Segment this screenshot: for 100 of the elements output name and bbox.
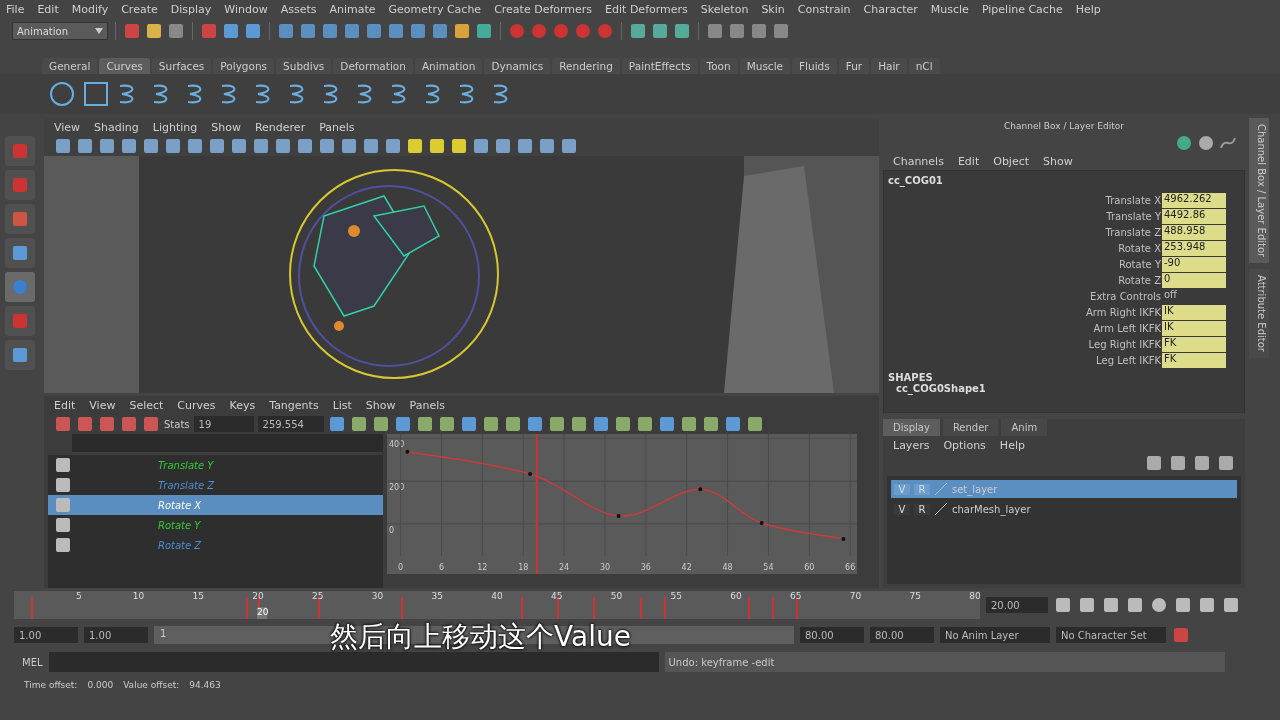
tangent-icon[interactable] <box>591 415 610 433</box>
viewport-icon[interactable] <box>186 137 204 155</box>
shelf-tab[interactable]: Fluids <box>792 58 837 74</box>
menu-item[interactable]: Animate <box>329 2 376 16</box>
menu-item[interactable]: Modify <box>71 2 109 16</box>
side-tab[interactable]: Attribute Editor <box>1249 269 1269 359</box>
shelf-tab[interactable]: nCl <box>908 58 940 74</box>
playback-icon[interactable] <box>1174 596 1192 614</box>
layer-tab[interactable]: Display <box>883 419 940 436</box>
toolbar-icon[interactable] <box>673 22 691 40</box>
attribute-field[interactable]: FK <box>1162 336 1226 352</box>
attribute-field[interactable]: 4962.262 <box>1162 192 1226 208</box>
playback-icon[interactable] <box>1102 596 1120 614</box>
menu-item[interactable]: Assets <box>280 2 317 16</box>
viewport-icon[interactable] <box>362 137 380 155</box>
current-frame-marker[interactable]: 20 <box>257 607 267 619</box>
tangent-icon[interactable] <box>503 415 522 433</box>
key-icon[interactable] <box>1172 626 1190 644</box>
key-point[interactable] <box>528 472 533 476</box>
layer-row[interactable]: V R charMesh_layer <box>891 500 1237 518</box>
menu-item[interactable]: Tangents <box>269 398 319 412</box>
tangent-icon[interactable] <box>745 415 764 433</box>
snap-icon[interactable] <box>365 22 383 40</box>
render-icon[interactable] <box>750 22 768 40</box>
shelf-tab[interactable]: Deformation <box>333 58 413 74</box>
tangent-icon[interactable] <box>613 415 632 433</box>
tangent-icon[interactable] <box>569 415 588 433</box>
menu-item[interactable]: Keys <box>229 398 256 412</box>
toolbar-icon[interactable] <box>222 22 240 40</box>
viewport-icon[interactable] <box>76 137 94 155</box>
viewport-icon[interactable] <box>340 137 358 155</box>
viewport-icon[interactable] <box>538 137 556 155</box>
viewport-icon[interactable] <box>230 137 248 155</box>
shelf-tab[interactable]: Fur <box>838 58 870 74</box>
mode-dropdown[interactable]: Animation <box>12 22 108 40</box>
tangent-icon[interactable] <box>679 415 698 433</box>
tangent-icon[interactable] <box>657 415 676 433</box>
graph-tool-icon[interactable] <box>120 415 138 433</box>
shelf-tab[interactable]: Muscle <box>739 58 790 74</box>
menu-item[interactable]: Constrain <box>797 2 851 16</box>
menu-item[interactable]: List <box>332 398 352 412</box>
character-set-dropdown[interactable]: No Character Set <box>1056 627 1166 643</box>
tangent-icon[interactable] <box>525 415 544 433</box>
menu-item[interactable]: Show <box>365 398 396 412</box>
menu-item[interactable]: Create <box>121 2 158 16</box>
render-toggle[interactable]: R <box>914 503 930 515</box>
command-input[interactable] <box>48 652 659 672</box>
square-icon[interactable] <box>82 80 110 108</box>
shelf-tab[interactable]: General <box>42 58 98 74</box>
menu-item[interactable]: Edit <box>957 154 980 168</box>
time-slider[interactable]: 5 10 15 20 25 30 35 40 45 50 55 60 65 70 75 80 20 <box>14 591 980 619</box>
menu-item[interactable]: Panels <box>409 398 445 412</box>
menu-item[interactable]: File <box>6 2 25 16</box>
visibility-toggle[interactable]: V <box>894 503 910 515</box>
attribute-field[interactable]: -90 <box>1162 256 1226 272</box>
viewport-icon[interactable] <box>406 137 424 155</box>
menu-item[interactable]: Edit <box>54 398 76 412</box>
stats-value-field[interactable]: 259.554 <box>257 416 324 432</box>
snap-icon[interactable] <box>343 22 361 40</box>
attribute-field[interactable]: 4492.86 <box>1162 208 1226 224</box>
toolbar-icon[interactable] <box>123 22 141 40</box>
graph-tool-icon[interactable] <box>54 415 72 433</box>
tool-button[interactable] <box>5 238 35 268</box>
tangent-icon[interactable] <box>349 415 368 433</box>
shelf-tab[interactable]: Subdivs <box>276 58 332 74</box>
tangent-icon[interactable] <box>437 415 456 433</box>
menu-item[interactable]: Display <box>170 2 212 16</box>
end-time-field[interactable]: 80.00 <box>870 627 934 643</box>
menu-item[interactable]: View <box>89 398 116 412</box>
playback-icon[interactable] <box>1198 596 1216 614</box>
viewport-icon[interactable] <box>120 137 138 155</box>
tangent-icon[interactable] <box>635 415 654 433</box>
key-point[interactable] <box>405 449 410 454</box>
start-time-field[interactable]: 1.00 <box>14 627 78 643</box>
viewport-icon[interactable] <box>252 137 270 155</box>
tangent-icon[interactable] <box>459 415 478 433</box>
viewport-icon[interactable] <box>384 137 402 155</box>
menu-item[interactable]: Edit <box>37 2 59 16</box>
viewport-icon[interactable] <box>274 137 292 155</box>
menu-item[interactable]: Muscle <box>930 2 969 16</box>
menu-item[interactable]: Curves <box>177 398 216 412</box>
channel-row[interactable]: Rotate X <box>48 495 383 515</box>
viewport-icon[interactable] <box>450 137 468 155</box>
shelf-tab[interactable]: Hair <box>871 58 907 74</box>
tangent-icon[interactable] <box>393 415 412 433</box>
attribute-field[interactable]: IK <box>1162 320 1226 336</box>
shelf-tab[interactable]: Polygons <box>213 58 275 74</box>
menu-item[interactable]: Character <box>863 2 918 16</box>
tangent-icon[interactable] <box>371 415 390 433</box>
channel-row[interactable]: Rotate Y <box>48 515 383 535</box>
circle-icon[interactable] <box>48 80 76 108</box>
tool-button[interactable] <box>5 340 35 370</box>
snap-icon[interactable] <box>387 22 405 40</box>
key-point[interactable] <box>841 536 846 541</box>
layer-tab[interactable]: Render <box>942 419 999 436</box>
key-point[interactable] <box>698 487 703 492</box>
layer-tab[interactable]: Anim <box>1001 419 1048 436</box>
toolbar-icon[interactable] <box>629 22 647 40</box>
viewport-icon[interactable] <box>472 137 490 155</box>
snap-icon[interactable] <box>299 22 317 40</box>
